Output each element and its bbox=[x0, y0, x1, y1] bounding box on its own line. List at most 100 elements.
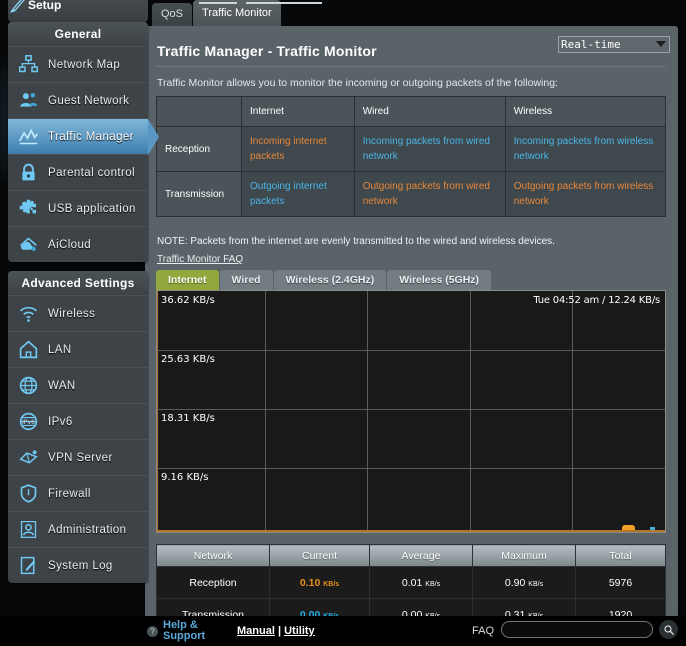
sidebar-general-header: General bbox=[8, 22, 148, 46]
utility-link[interactable]: Utility bbox=[284, 625, 315, 637]
sidebar-advanced-header: Advanced Settings bbox=[8, 271, 148, 295]
chart-x-axis bbox=[157, 530, 665, 532]
notepad-icon bbox=[8, 555, 48, 576]
sidebar-item-label: WAN bbox=[48, 379, 76, 392]
chart-gridline-h bbox=[157, 350, 665, 351]
faq-search-button[interactable] bbox=[659, 620, 678, 639]
unit: KB/s bbox=[323, 580, 340, 588]
unit: KB/s bbox=[425, 580, 441, 588]
traffic-manager-icon bbox=[8, 126, 48, 147]
network-map-icon bbox=[8, 54, 48, 75]
help-support-link[interactable]: Help & Support bbox=[163, 620, 225, 642]
tab-stub-right bbox=[246, 2, 322, 4]
chart-tab-internet[interactable]: Internet bbox=[156, 270, 219, 290]
chart-ytick-label: 9.16 KB/s bbox=[161, 472, 209, 483]
table-row: Reception 0.10 KB/s 0.01 KB/s 0.90 KB/s … bbox=[156, 566, 666, 599]
question-mark-icon: ? bbox=[147, 626, 158, 637]
cell-transmission-internet: Outgoing internet packets bbox=[241, 171, 355, 217]
sidebar-item-label: AiCloud bbox=[48, 238, 92, 251]
stats-col-current: Current bbox=[269, 544, 370, 567]
value: 0.10 bbox=[299, 576, 321, 589]
table-row: Transmission Outgoing internet packets O… bbox=[156, 171, 667, 217]
sidebar-item-label: Firewall bbox=[48, 487, 91, 500]
col-wireless: Wireless bbox=[504, 96, 667, 127]
row-label-reception: Reception bbox=[156, 126, 242, 172]
stats-reception-current: 0.10 KB/s bbox=[269, 566, 370, 599]
sidebar-item-label: Guest Network bbox=[48, 94, 130, 107]
traffic-mode-select[interactable]: Real-time bbox=[558, 36, 670, 53]
chart-tab-bar: Internet Wired Wireless (2.4GHz) Wireles… bbox=[156, 270, 492, 290]
sidebar-item-label: LAN bbox=[48, 343, 72, 356]
cell-reception-wireless: Incoming packets from wireless network bbox=[504, 126, 667, 172]
chart-ytick-label: 25.63 KB/s bbox=[161, 354, 215, 365]
stats-col-network: Network bbox=[156, 544, 270, 567]
manual-link[interactable]: Manual bbox=[237, 625, 275, 637]
sidebar-item-label: USB application bbox=[48, 202, 136, 215]
sidebar-item-wireless[interactable]: Wireless bbox=[8, 295, 148, 331]
mode-select-wrapper: Real-time bbox=[558, 36, 670, 53]
title-divider bbox=[156, 66, 666, 67]
sidebar-item-system-log[interactable]: System Log bbox=[8, 547, 148, 583]
intro-text: Traffic Monitor allows you to monitor th… bbox=[157, 77, 558, 89]
sidebar-item-aicloud[interactable]: AiCloud bbox=[8, 226, 148, 262]
sidebar-item-administration[interactable]: Administration bbox=[8, 511, 148, 547]
row-label-transmission: Transmission bbox=[156, 171, 242, 217]
cell-reception-wired: Incoming packets from wired network bbox=[353, 126, 506, 172]
stats-col-total: Total bbox=[575, 544, 666, 567]
value: 0.01 bbox=[401, 576, 423, 589]
sidebar-item-guest-network[interactable]: Guest Network bbox=[8, 82, 148, 118]
sidebar-item-usb-application[interactable]: USB application bbox=[8, 190, 148, 226]
sidebar-item-lan[interactable]: LAN bbox=[8, 331, 148, 367]
traffic-chart[interactable]: 36.62 KB/s 25.63 KB/s 18.31 KB/s 9.16 KB… bbox=[156, 290, 666, 533]
chart-gridline-v bbox=[470, 291, 471, 532]
usb-puzzle-icon bbox=[8, 198, 48, 219]
main-panel: Traffic Manager - Traffic Monitor Real-t… bbox=[145, 26, 678, 631]
tab-qos[interactable]: QoS bbox=[152, 3, 193, 26]
chart-gridline-v bbox=[367, 291, 368, 532]
chart-gridline-v bbox=[572, 291, 573, 532]
magnifier-icon bbox=[663, 624, 674, 635]
globe-icon bbox=[8, 375, 48, 396]
chart-tab-wired[interactable]: Wired bbox=[219, 270, 273, 290]
sidebar-item-parental-control[interactable]: Parental control bbox=[8, 154, 148, 190]
house-icon bbox=[8, 339, 48, 360]
faq-label: FAQ bbox=[472, 625, 495, 637]
sidebar-item-label: Setup bbox=[28, 0, 62, 12]
tab-stub-left bbox=[199, 2, 237, 4]
stats-reception-maximum: 0.90 KB/s bbox=[472, 566, 576, 599]
sidebar-item-ipv6[interactable]: IPv6 IPv6 bbox=[8, 403, 148, 439]
sidebar-item-network-map[interactable]: Network Map bbox=[8, 46, 148, 82]
chart-tab-wireless-5[interactable]: Wireless (5GHz) bbox=[387, 270, 492, 290]
sidebar: Setup General Network Map Guest Network … bbox=[8, 0, 159, 592]
faq-search-input[interactable] bbox=[501, 621, 653, 638]
sidebar-item-setup[interactable]: Setup bbox=[8, 0, 148, 22]
stats-row-label-reception: Reception bbox=[156, 566, 270, 599]
guest-network-icon bbox=[8, 90, 48, 111]
link-separator: | bbox=[277, 625, 282, 637]
value: 0.90 bbox=[504, 576, 526, 589]
sidebar-item-label: Network Map bbox=[48, 58, 121, 71]
table-header-row: Internet Wired Wireless bbox=[156, 96, 667, 127]
sidebar-item-label: Wireless bbox=[48, 307, 96, 320]
sidebar-item-traffic-manager[interactable]: Traffic Manager bbox=[8, 118, 159, 155]
stats-col-maximum: Maximum bbox=[472, 544, 576, 567]
sidebar-item-label: VPN Server bbox=[48, 451, 113, 464]
sidebar-item-label: Administration bbox=[48, 523, 127, 536]
stats-reception-total: 5976 bbox=[575, 566, 666, 599]
chart-gridline-v bbox=[265, 291, 266, 532]
sidebar-item-firewall[interactable]: Firewall bbox=[8, 475, 148, 511]
traffic-monitor-faq-link[interactable]: Traffic Monitor FAQ bbox=[157, 254, 243, 265]
footer: ? Help & Support Manual | Utility FAQ bbox=[0, 616, 686, 646]
cell-transmission-wired: Outgoing packets from wired network bbox=[353, 171, 506, 217]
sidebar-item-wan[interactable]: WAN bbox=[8, 367, 148, 403]
ipv6-globe-icon: IPv6 bbox=[8, 411, 48, 432]
aicloud-icon bbox=[8, 234, 48, 255]
lock-icon bbox=[8, 162, 48, 183]
sidebar-item-vpn-server[interactable]: VPN Server bbox=[8, 439, 148, 475]
chart-y-axis bbox=[157, 291, 158, 532]
stats-col-average: Average bbox=[369, 544, 473, 567]
chart-tab-wireless-24[interactable]: Wireless (2.4GHz) bbox=[273, 270, 387, 290]
chart-ytick-label: 36.62 KB/s bbox=[161, 295, 215, 306]
chart-readout: Tue 04:52 am / 12.24 KB/s bbox=[533, 295, 660, 306]
manual-utility-links: Manual | Utility bbox=[237, 625, 315, 637]
